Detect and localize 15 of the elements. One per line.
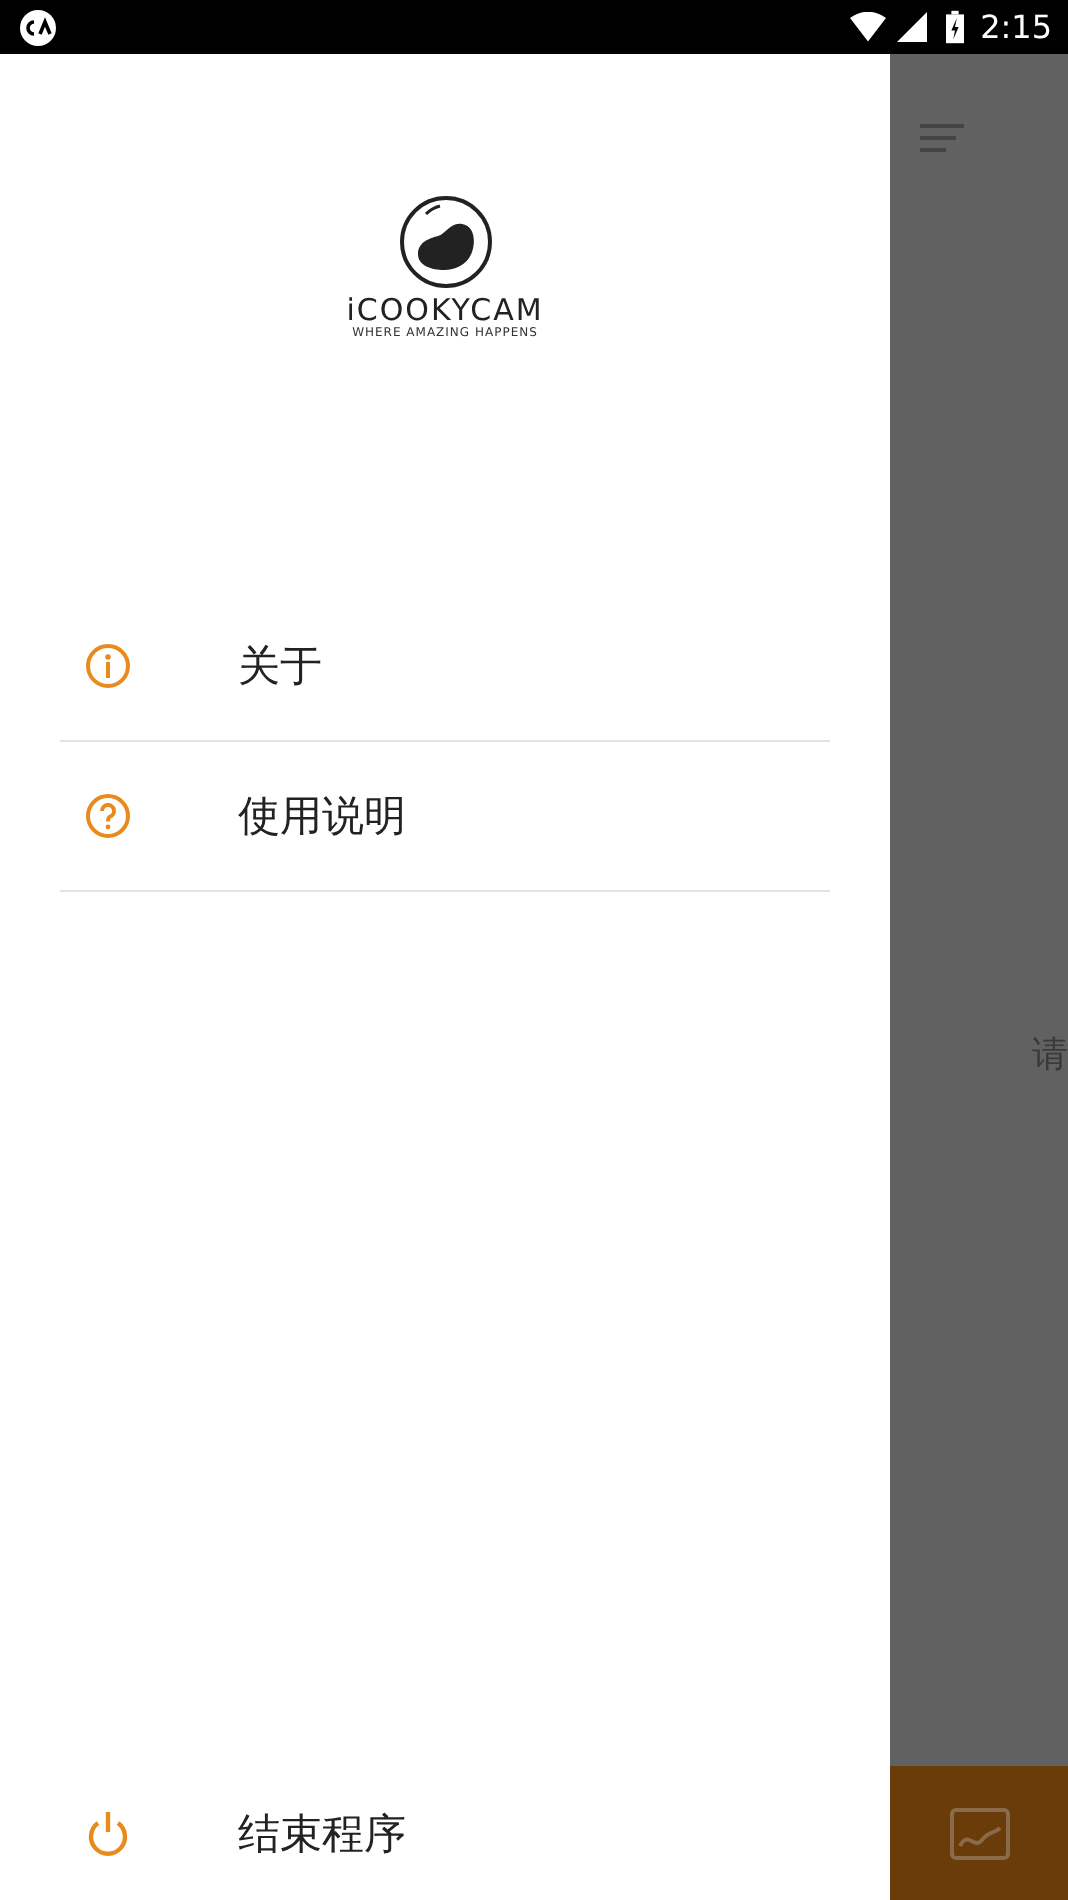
signal-icon	[894, 12, 931, 42]
wifi-icon	[850, 12, 887, 42]
menu-item[interactable]: 使用说明	[60, 742, 830, 892]
battery-icon	[946, 10, 965, 44]
menu-item[interactable]: 结束程序	[60, 1776, 830, 1892]
status-time: 2:15	[980, 8, 1052, 46]
info-icon	[84, 642, 132, 690]
help-icon	[84, 792, 132, 840]
logo-icon	[397, 194, 493, 290]
menu-icon[interactable]	[920, 124, 964, 152]
app-notification-icon	[18, 7, 58, 47]
power-icon	[84, 1810, 132, 1858]
menu-item[interactable]: 关于	[60, 592, 830, 742]
image-icon[interactable]	[949, 1807, 1009, 1859]
logo-text: iCOOKYCAM	[346, 294, 544, 326]
